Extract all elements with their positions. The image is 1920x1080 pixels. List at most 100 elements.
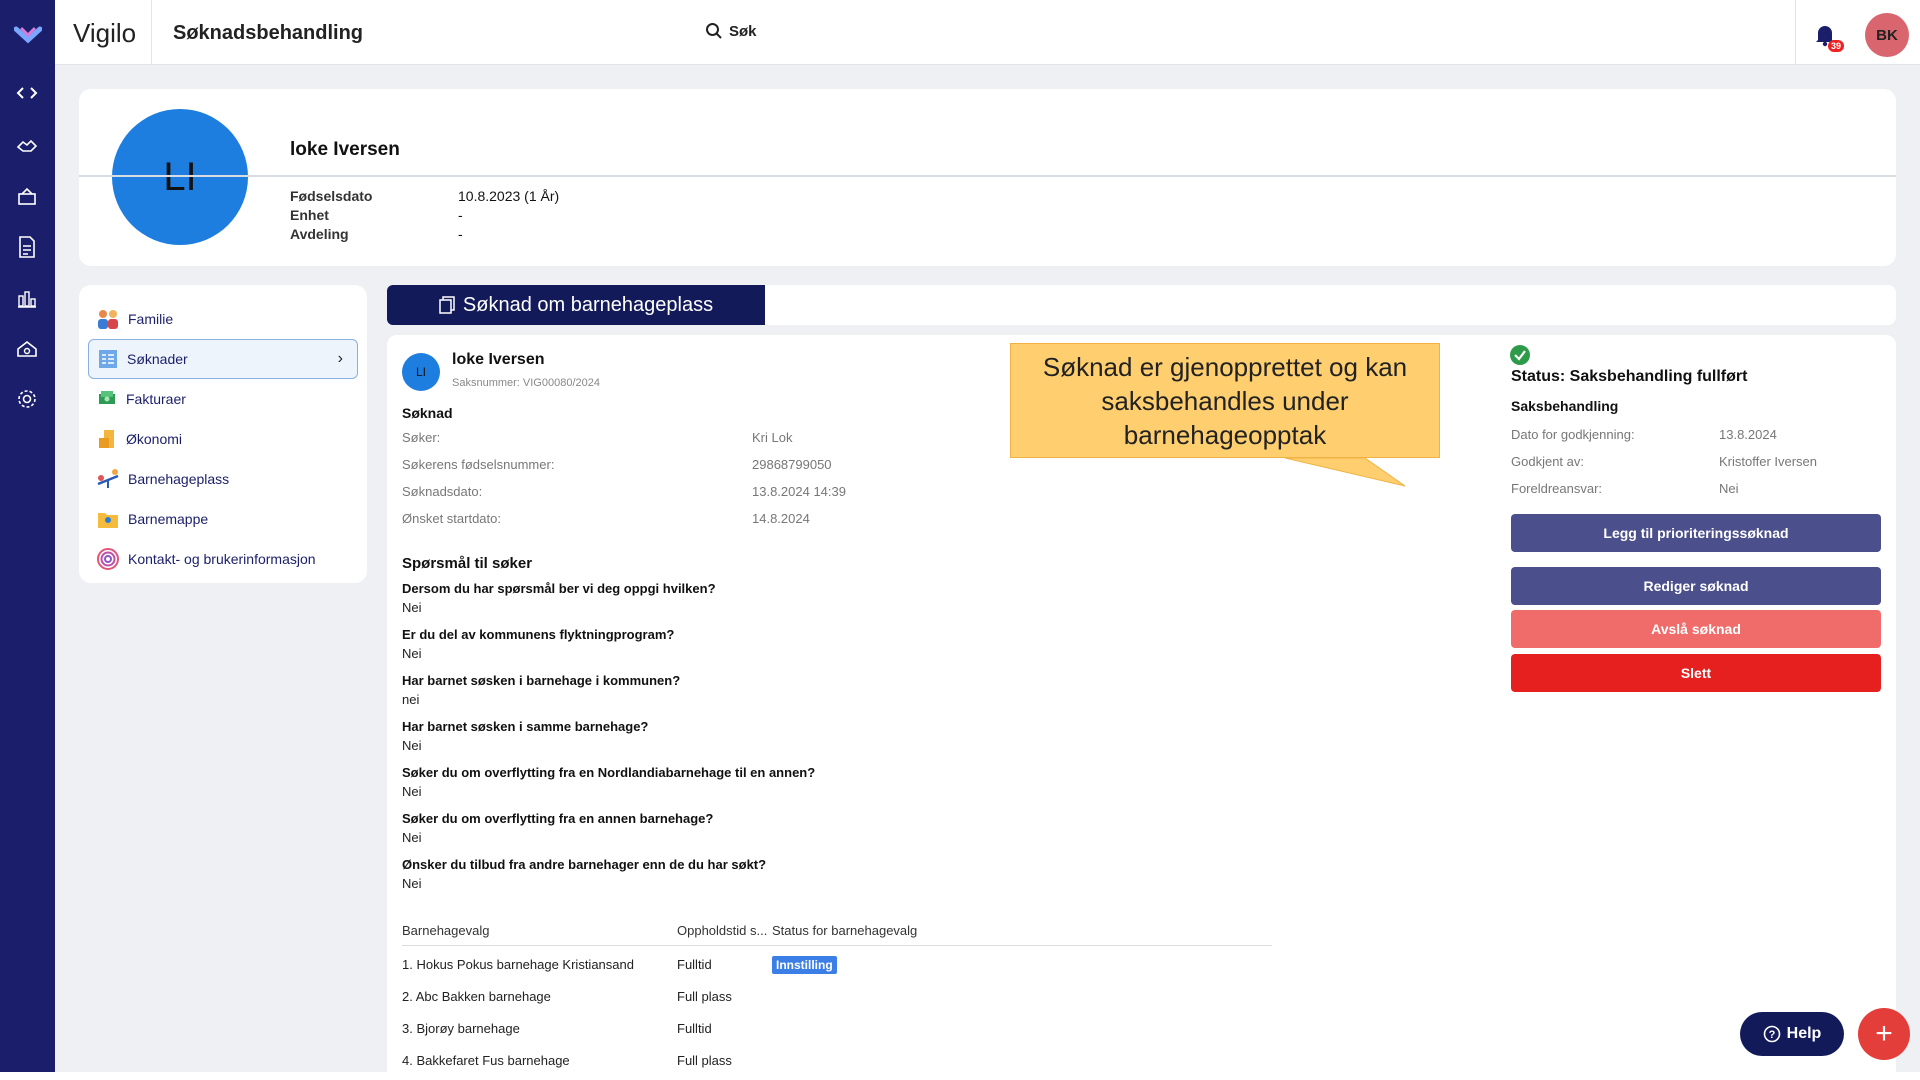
unit-value: - [458, 207, 463, 223]
document-icon[interactable] [14, 234, 40, 260]
nav-item-okonomi[interactable]: Økonomi [88, 419, 358, 459]
nav-item-label: Barnemappe [128, 511, 209, 527]
help-button[interactable]: ? Help [1740, 1012, 1844, 1056]
unit-label: Enhet [290, 207, 329, 223]
add-priority-application-button[interactable]: Legg til prioriteringssøknad [1511, 514, 1881, 552]
column-header[interactable]: Oppholdstid s... [677, 923, 767, 938]
question: Søker du om overflytting fra en annen ba… [402, 811, 714, 826]
detail-row: Søker: Kri Lok [402, 430, 792, 445]
brand-name[interactable]: Vigilo [73, 18, 136, 49]
search-button[interactable]: Søk [705, 22, 757, 40]
edit-application-button[interactable]: Rediger søknad [1511, 567, 1881, 605]
status-badge: Innstilling [772, 956, 837, 974]
question: Ønsker du tilbud fra andre barnehager en… [402, 857, 767, 872]
answer: nei [402, 692, 420, 707]
user-avatar[interactable]: BK [1865, 13, 1909, 57]
nav-item-barnehageplass[interactable]: Barnehageplass [88, 459, 358, 499]
search-icon [706, 23, 722, 39]
svg-text:?: ? [1768, 1029, 1775, 1041]
divider [1795, 0, 1796, 65]
column-header[interactable]: Status for barnehagevalg [772, 923, 917, 938]
status-label: Foreldreansvar: [1511, 481, 1603, 496]
tab-bar: Søknad om barnehageplass [387, 285, 1896, 325]
status-subtitle: Saksbehandling [1511, 398, 1619, 414]
tab-soknad-barnehageplass[interactable]: Søknad om barnehageplass [387, 285, 765, 325]
detail-row: Søknadsdato: 13.8.2024 14:39 [402, 484, 846, 499]
status-row: Foreldreansvar: Nei [1511, 481, 1739, 496]
stay-time: Full plass [677, 1053, 732, 1068]
status-title: Status: Saksbehandling fullført [1511, 368, 1748, 385]
callout-note: Søknad er gjenopprettet og kan saksbehan… [1010, 343, 1440, 458]
family-icon [98, 310, 118, 329]
kindergarten-choice: 4. Bakkefaret Fus barnehage [402, 1053, 570, 1068]
detail-label: Søknadsdato: [402, 484, 483, 499]
question: Har barnet søsken i barnehage i kommunen… [402, 673, 681, 688]
detail-value: Kri Lok [752, 430, 793, 445]
status-value: 13.8.2024 [1719, 427, 1777, 442]
gear-icon[interactable] [14, 386, 40, 412]
status-label: Dato for godkjenning: [1511, 427, 1635, 442]
child-nav: Familie Søknader › Fakturaer Økonomi Bar… [79, 285, 367, 583]
detail-value: 14.8.2024 [752, 511, 810, 526]
add-button[interactable]: + [1858, 1008, 1910, 1060]
applicant-avatar: LI [402, 353, 440, 391]
applications-icon [99, 350, 117, 368]
reject-application-button[interactable]: Avslå søknad [1511, 610, 1881, 648]
status-row: Dato for godkjenning: 13.8.2024 [1511, 427, 1777, 442]
nav-item-barnemappe[interactable]: Barnemappe [88, 499, 358, 539]
nav-item-label: Fakturaer [126, 391, 186, 407]
divider [402, 945, 1272, 946]
top-bar: Vigilo Søknadsbehandling Søk 39 BK [55, 0, 1920, 65]
bar-chart-icon[interactable] [14, 285, 40, 311]
status-row: Godkjent av: Kristoffer Iversen [1511, 454, 1817, 469]
nav-item-familie[interactable]: Familie [88, 299, 358, 339]
help-label: Help [1786, 1025, 1822, 1042]
stay-time: Fulltid [677, 1021, 712, 1036]
plus-icon: + [1875, 1017, 1893, 1050]
handshake-icon[interactable] [14, 132, 40, 158]
answer: Nei [402, 600, 422, 615]
callout-tail [1285, 458, 1405, 487]
tab-label: Søknad om barnehageplass [462, 293, 714, 316]
answer: Nei [402, 830, 422, 845]
kindergarten-choice: 2. Abc Bakken barnehage [402, 989, 551, 1004]
nav-item-soknader[interactable]: Søknader › [88, 339, 358, 379]
question-circle-icon: ? [1763, 1025, 1780, 1043]
main-area: LI loke Iversen Fødselsdato 10.8.2023 (1 … [55, 65, 1920, 1075]
kindergarten-choice: 1. Hokus Pokus barnehage Kristiansand [402, 957, 634, 972]
nav-item-label: Økonomi [126, 431, 183, 447]
notification-badge: 39 [1828, 40, 1845, 52]
child-name: loke Iversen [290, 139, 400, 160]
stay-time: Fulltid [677, 957, 712, 972]
nav-item-label: Søknader [127, 351, 188, 367]
question: Søker du om overflytting fra en Nordland… [402, 765, 816, 780]
detail-value: 29868799050 [752, 457, 832, 472]
questions-title: Spørsmål til søker [402, 555, 533, 572]
detail-label: Ønsket startdato: [402, 511, 501, 526]
section-title: Søknad [402, 405, 453, 421]
answer: Nei [402, 646, 422, 661]
nav-item-fakturaer[interactable]: Fakturaer [88, 379, 358, 419]
nav-item-kontakt[interactable]: Kontakt- og brukerinformasjon [88, 539, 358, 579]
building-icon[interactable] [14, 183, 40, 209]
question: Har barnet søsken i samme barnehage? [402, 719, 649, 734]
status-label: Godkjent av: [1511, 454, 1584, 469]
department-value: - [458, 226, 463, 242]
detail-row: Søkerens fødselsnummer: 29868799050 [402, 457, 832, 472]
child-folder-icon [98, 513, 118, 528]
copy-icon [439, 296, 455, 314]
economy-icon [99, 430, 114, 448]
status-value: Kristoffer Iversen [1719, 454, 1818, 469]
question: Er du del av kommunens flyktningprogram? [402, 627, 675, 642]
kindergarten-choice: 3. Bjorøy barnehage [402, 1021, 520, 1036]
code-icon[interactable] [14, 80, 40, 106]
column-header[interactable]: Barnehagevalg [402, 923, 489, 938]
answer: Nei [402, 784, 422, 799]
delete-button[interactable]: Slett [1511, 654, 1881, 692]
contact-info-icon [97, 548, 119, 570]
search-label: Søk [729, 22, 757, 40]
answer: Nei [402, 876, 422, 891]
vigilo-logo-icon[interactable] [14, 24, 42, 44]
home-money-icon[interactable] [14, 336, 40, 362]
birthdate-value: 10.8.2023 (1 År) [458, 188, 560, 204]
